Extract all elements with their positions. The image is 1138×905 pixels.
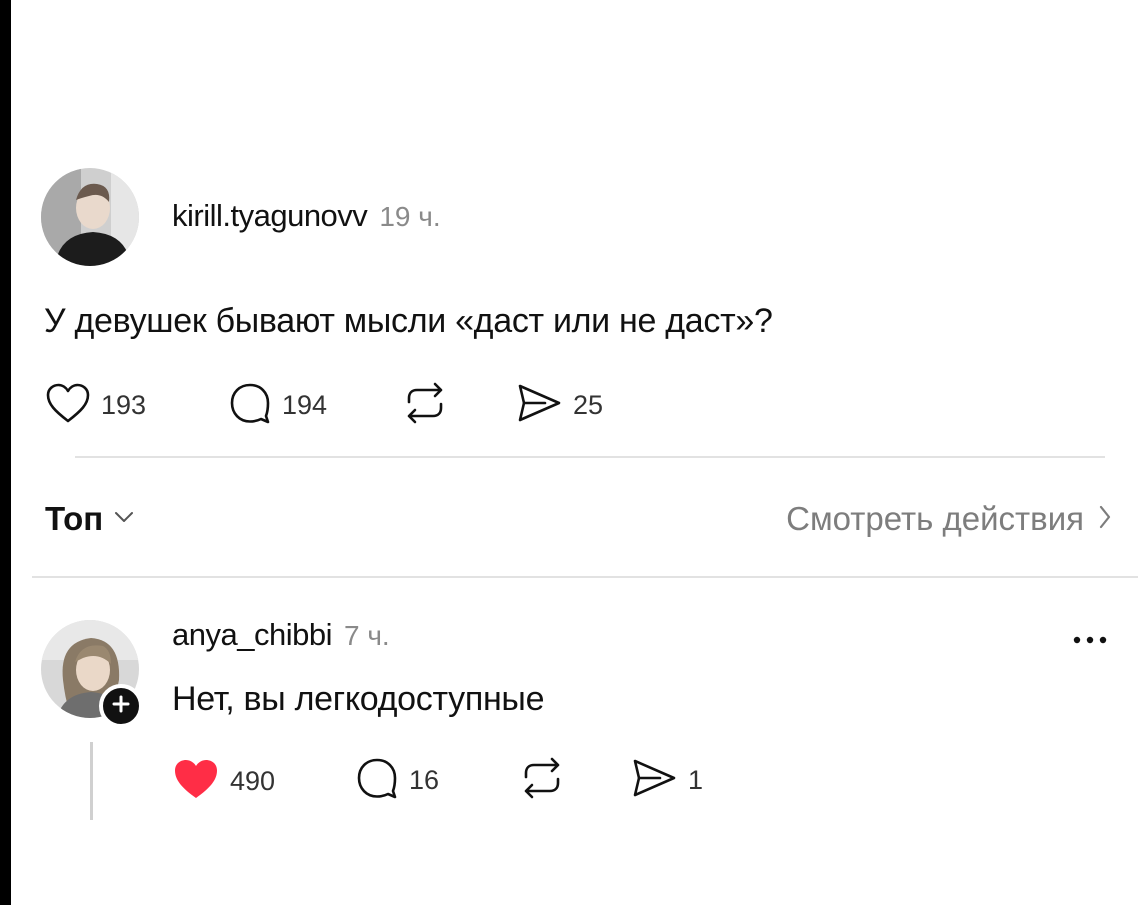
comment-button[interactable]: 194 [228, 382, 327, 429]
like-count: 193 [101, 390, 147, 420]
reply-comment-button[interactable]: 16 [355, 757, 439, 804]
post-username[interactable]: kirill.tyagunovv [172, 198, 368, 234]
chevron-down-icon [113, 510, 135, 529]
reply-like-count: 490 [230, 766, 276, 796]
left-edge-bar [0, 0, 11, 905]
comment-icon [228, 382, 272, 429]
post-author-avatar[interactable] [41, 168, 139, 266]
comment-count: 194 [282, 390, 328, 420]
sort-divider [32, 576, 1138, 578]
reply-comment-count: 16 [409, 765, 440, 795]
view-activity-label: Смотреть действия [786, 500, 1084, 537]
heart-outline-icon [45, 382, 91, 429]
follow-plus-icon [111, 694, 131, 719]
post-text: У девушек бывают мысли «даст или не даст… [44, 302, 773, 340]
reply-more-button[interactable] [1072, 632, 1108, 650]
chevron-right-icon [1098, 504, 1112, 535]
repost-icon [401, 382, 449, 429]
like-button[interactable]: 193 [45, 382, 146, 429]
view-activity-link[interactable]: Смотреть действия [786, 500, 1112, 538]
sort-label: Топ [45, 500, 104, 537]
reply-text: Нет, вы легкодоступные [172, 680, 545, 718]
comment-icon [355, 757, 399, 804]
reply-share-button[interactable]: 1 [630, 757, 703, 804]
share-button[interactable]: 25 [515, 382, 603, 429]
send-icon [515, 382, 563, 429]
thread-line [90, 742, 93, 820]
share-count: 25 [573, 390, 604, 420]
post-time: 19 ч. [379, 201, 441, 232]
follow-button[interactable] [99, 684, 143, 728]
repost-icon [518, 757, 566, 804]
repost-button[interactable] [401, 382, 449, 429]
reply-repost-button[interactable] [518, 757, 566, 804]
post-divider [75, 456, 1105, 458]
reply-username[interactable]: anya_chibbi [172, 617, 332, 653]
reply-like-button[interactable]: 490 [172, 757, 275, 806]
more-icon [1072, 632, 1108, 649]
reply-share-count: 1 [688, 765, 704, 795]
sort-dropdown[interactable]: Топ [45, 500, 135, 538]
reply-time: 7 ч. [343, 620, 390, 651]
send-icon [630, 757, 678, 804]
heart-filled-icon [172, 757, 220, 806]
